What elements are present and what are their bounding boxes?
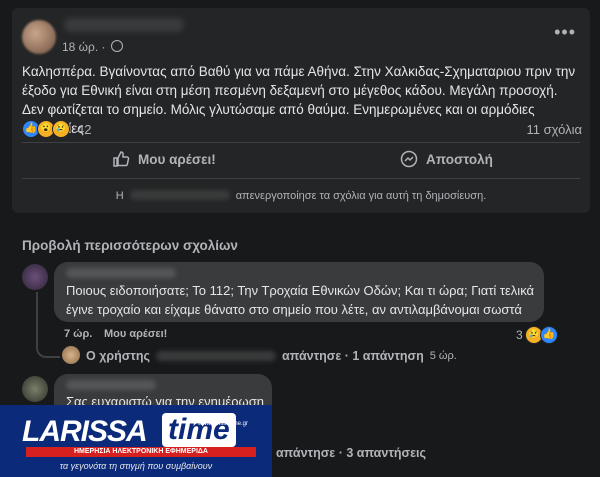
like-button[interactable]: Μου αρέσει! bbox=[112, 150, 216, 168]
logo-site: www.larissatime.gr bbox=[197, 421, 248, 427]
comment-reaction-count: 3 bbox=[516, 328, 523, 342]
more-options-icon[interactable]: ••• bbox=[554, 22, 576, 43]
notice-name-blurred bbox=[129, 190, 230, 200]
like-button-label: Μου αρέσει! bbox=[138, 151, 216, 167]
reaction-count: 42 bbox=[77, 121, 92, 137]
commenter-name-blurred[interactable] bbox=[66, 380, 156, 390]
reply-summary: απάντησε · 1 απάντηση bbox=[282, 349, 424, 363]
reply-summary: απάντησε · 3 απαντήσεις bbox=[276, 446, 426, 460]
comments-count[interactable]: 11 σχόλια bbox=[527, 122, 583, 137]
logo-subtitle: ΗΜΕΡΗΣΙΑ ΗΛΕΚΤΡΟΝΙΚΗ ΕΦΗΜΕΡΙΔΑ bbox=[26, 447, 256, 457]
reactions-summary[interactable]: 👍 😮 😢 42 bbox=[22, 120, 91, 138]
reply-avatar bbox=[62, 346, 80, 364]
notice-prefix: Η bbox=[115, 190, 124, 202]
larissatime-logo: LARISSA time www.larissatime.gr ΗΜΕΡΗΣΙΑ… bbox=[0, 405, 272, 477]
commenter-name-blurred[interactable] bbox=[66, 268, 176, 278]
commenter-avatar[interactable] bbox=[22, 264, 48, 290]
comments-disabled-notice: Ηαπενεργοποίησε τα σχόλια για αυτή τη δη… bbox=[22, 186, 580, 210]
divider bbox=[22, 178, 580, 179]
comment-text-line1: Ποιους ειδοποιήσατε; Το 112; Την Τροχαία… bbox=[66, 283, 535, 298]
post-text: Καλησπέρα. Βγαίνοντας από Βαθύ για να πά… bbox=[22, 64, 576, 136]
logo-brand-left: LARISSA bbox=[22, 415, 148, 448]
author-name-blurred[interactable] bbox=[64, 18, 184, 32]
reply-name-blurred bbox=[156, 351, 277, 361]
commenter-avatar[interactable] bbox=[22, 376, 48, 402]
logo-brand-right: time bbox=[162, 413, 236, 447]
comment-reactions[interactable]: 3 😢 👍 bbox=[516, 326, 558, 344]
reply-thread-line bbox=[36, 292, 60, 358]
like-reaction-icon: 👍 bbox=[539, 326, 558, 344]
thumbs-up-icon bbox=[113, 151, 130, 167]
messenger-icon bbox=[400, 150, 418, 168]
view-replies-link[interactable]: Ο χρήστης απάντησε · 1 απάντηση 5 ώρ. bbox=[86, 349, 457, 363]
comment-like-link[interactable]: Μου αρέσει! bbox=[104, 328, 167, 340]
logo-tagline: τα γεγονότα τη στιγμή που συμβαίνουν bbox=[59, 461, 213, 471]
comment-time[interactable]: 7 ώρ. bbox=[64, 328, 92, 340]
notice-text: απενεργοποίησε τα σχόλια για αυτή τη δημ… bbox=[235, 190, 487, 202]
share-button[interactable]: Αποστολή bbox=[400, 150, 493, 168]
reply-time: 5 ώρ. bbox=[429, 350, 457, 362]
sad-reaction-icon: 😢 bbox=[52, 120, 70, 138]
post-timestamp[interactable]: 18 ώρ. · bbox=[62, 40, 123, 54]
post-time-text[interactable]: 18 ώρ. · bbox=[62, 40, 106, 54]
comment-text-line2: έγινε τροχαίο και είχαμε θάνατο στο σημε… bbox=[66, 302, 522, 317]
logo-wordmark: LARISSA time www.larissatime.gr bbox=[12, 411, 262, 448]
globe-icon bbox=[110, 40, 123, 52]
reply-user-label: Ο χρήστης bbox=[86, 349, 151, 363]
share-button-label: Αποστολή bbox=[426, 151, 493, 167]
author-avatar[interactable] bbox=[22, 20, 56, 54]
view-more-comments-link[interactable]: Προβολή περισσότερων σχολίων bbox=[22, 238, 238, 253]
divider bbox=[22, 142, 580, 143]
view-replies-link[interactable]: απάντησε · 3 απαντήσεις bbox=[276, 446, 426, 460]
